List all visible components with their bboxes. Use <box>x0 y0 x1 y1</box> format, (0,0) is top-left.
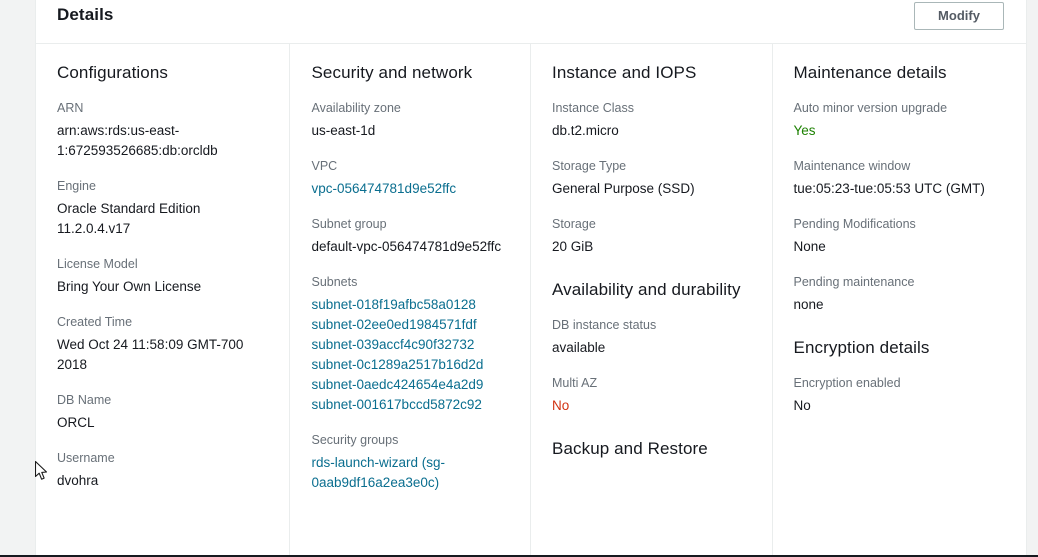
section-title-configurations: Configurations <box>57 63 169 82</box>
field-encryption-enabled: Encryption enabled No <box>794 375 1006 416</box>
field-label-security-groups: Security groups <box>311 433 399 447</box>
field-value-auto-minor-version-upgrade: Yes <box>793 123 816 138</box>
field-value-multi-az: No <box>552 398 570 413</box>
details-panel-header: Details Modify <box>36 0 1026 44</box>
field-label-availability-zone: Availability zone <box>311 101 401 115</box>
security-group-link-list: rds-launch-wizard (sg-0aab9df16a2ea3e0c) <box>311 453 510 493</box>
field-storage-type: Storage Type General Purpose (SSD) <box>552 158 752 199</box>
field-label-instance-class: Instance Class <box>552 101 634 115</box>
field-label-pending-modifications: Pending Modifications <box>793 217 916 231</box>
subnet-link[interactable]: subnet-018f19afbc58a0128 <box>311 295 510 315</box>
field-auto-minor-version-upgrade: Auto minor version upgrade Yes <box>794 100 1006 141</box>
field-created-time: Created Time Wed Oct 24 11:58:09 GMT-700… <box>57 314 269 375</box>
column-instance-and-iops: Instance and IOPS Instance Class db.t2.m… <box>530 44 772 555</box>
section-title-maintenance-details: Maintenance details <box>793 63 947 82</box>
field-engine: Engine Oracle Standard Edition 11.2.0.4.… <box>57 178 269 239</box>
field-pending-modifications: Pending Modifications None <box>794 216 1006 257</box>
field-db-name: DB Name ORCL <box>57 392 269 433</box>
field-subnets: Subnets subnet-018f19afbc58a0128 subnet-… <box>311 274 510 415</box>
field-db-instance-status: DB instance status available <box>552 317 752 358</box>
field-username: Username dvohra <box>57 450 269 491</box>
section-title-availability-and-durability: Availability and durability <box>552 280 741 299</box>
field-value-instance-class: db.t2.micro <box>552 123 619 138</box>
field-label-storage-type: Storage Type <box>552 159 627 173</box>
section-title-instance-and-iops: Instance and IOPS <box>552 63 697 82</box>
field-label-encryption-enabled: Encryption enabled <box>793 376 901 390</box>
field-value-maintenance-window: tue:05:23-tue:05:53 UTC (GMT) <box>793 181 985 196</box>
column-configurations: Configurations ARN arn:aws:rds:us-east-1… <box>36 44 289 555</box>
page-title: Details <box>57 5 114 24</box>
field-label-maintenance-window: Maintenance window <box>793 159 911 173</box>
field-multi-az: Multi AZ No <box>552 375 752 416</box>
subnet-link[interactable]: subnet-02ee0ed1984571fdf <box>311 315 510 335</box>
field-label-username: Username <box>57 451 115 465</box>
field-value-subnet-group: default-vpc-056474781d9e52ffc <box>311 239 502 254</box>
security-group-link[interactable]: rds-launch-wizard (sg-0aab9df16a2ea3e0c) <box>311 453 510 493</box>
field-label-multi-az: Multi AZ <box>552 376 598 390</box>
field-label-pending-maintenance: Pending maintenance <box>793 275 915 289</box>
subnet-link[interactable]: subnet-001617bccd5872c92 <box>311 395 510 415</box>
field-license-model: License Model Bring Your Own License <box>57 256 269 297</box>
field-value-storage: 20 GiB <box>552 239 594 254</box>
subnet-link[interactable]: subnet-0aedc424654e4a2d9 <box>311 375 510 395</box>
page-gutter-left <box>0 0 35 557</box>
field-pending-maintenance: Pending maintenance none <box>794 274 1006 315</box>
field-label-license-model: License Model <box>57 257 138 271</box>
vpc-link[interactable]: vpc-056474781d9e52ffc <box>311 179 510 199</box>
details-columns: Configurations ARN arn:aws:rds:us-east-1… <box>36 44 1026 555</box>
page-gutter-right <box>1027 0 1038 557</box>
subnet-link-list: subnet-018f19afbc58a0128 subnet-02ee0ed1… <box>311 295 510 415</box>
field-storage: Storage 20 GiB <box>552 216 752 257</box>
field-value-engine: Oracle Standard Edition 11.2.0.4.v17 <box>57 201 201 236</box>
field-subnet-group: Subnet group default-vpc-056474781d9e52f… <box>311 216 510 257</box>
field-value-availability-zone: us-east-1d <box>311 123 376 138</box>
field-label-vpc: VPC <box>311 159 338 173</box>
field-value-pending-modifications: None <box>793 239 826 254</box>
field-label-storage: Storage <box>552 217 596 231</box>
field-label-arn: ARN <box>57 101 84 115</box>
column-security-and-network: Security and network Availability zone u… <box>289 44 530 555</box>
modify-button[interactable]: Modify <box>914 2 1004 30</box>
field-value-pending-maintenance: none <box>793 297 824 312</box>
field-label-auto-minor-version-upgrade: Auto minor version upgrade <box>793 101 948 115</box>
field-arn: ARN arn:aws:rds:us-east-1:672593526685:d… <box>57 100 269 161</box>
field-instance-class: Instance Class db.t2.micro <box>552 100 752 141</box>
field-label-db-name: DB Name <box>57 393 112 407</box>
field-label-subnet-group: Subnet group <box>311 217 387 231</box>
section-title-backup-and-restore: Backup and Restore <box>552 439 708 458</box>
field-value-db-instance-status: available <box>552 340 606 355</box>
section-title-security-and-network: Security and network <box>311 63 473 82</box>
field-label-created-time: Created Time <box>57 315 133 329</box>
column-maintenance-details: Maintenance details Auto minor version u… <box>771 44 1026 555</box>
field-security-groups: Security groups rds-launch-wizard (sg-0a… <box>311 432 510 493</box>
subnet-link[interactable]: subnet-039accf4c90f32732 <box>311 335 510 355</box>
field-availability-zone: Availability zone us-east-1d <box>311 100 510 141</box>
field-value-created-time: Wed Oct 24 11:58:09 GMT-700 2018 <box>57 337 244 372</box>
field-vpc: VPC vpc-056474781d9e52ffc <box>311 158 510 199</box>
field-value-db-name: ORCL <box>57 415 95 430</box>
field-label-engine: Engine <box>57 179 96 193</box>
field-label-db-instance-status: DB instance status <box>552 318 657 332</box>
field-value-storage-type: General Purpose (SSD) <box>552 181 695 196</box>
field-value-license-model: Bring Your Own License <box>57 279 202 294</box>
field-label-subnets: Subnets <box>311 275 358 289</box>
details-panel: Details Modify Configurations ARN arn:aw… <box>35 0 1027 555</box>
field-value-encryption-enabled: No <box>793 398 811 413</box>
field-value-arn: arn:aws:rds:us-east-1:672593526685:db:or… <box>57 123 218 158</box>
field-maintenance-window: Maintenance window tue:05:23-tue:05:53 U… <box>794 158 1006 199</box>
subnet-link[interactable]: subnet-0c1289a2517b16d2d <box>311 355 510 375</box>
field-value-username: dvohra <box>57 473 99 488</box>
section-title-encryption-details: Encryption details <box>793 338 930 357</box>
